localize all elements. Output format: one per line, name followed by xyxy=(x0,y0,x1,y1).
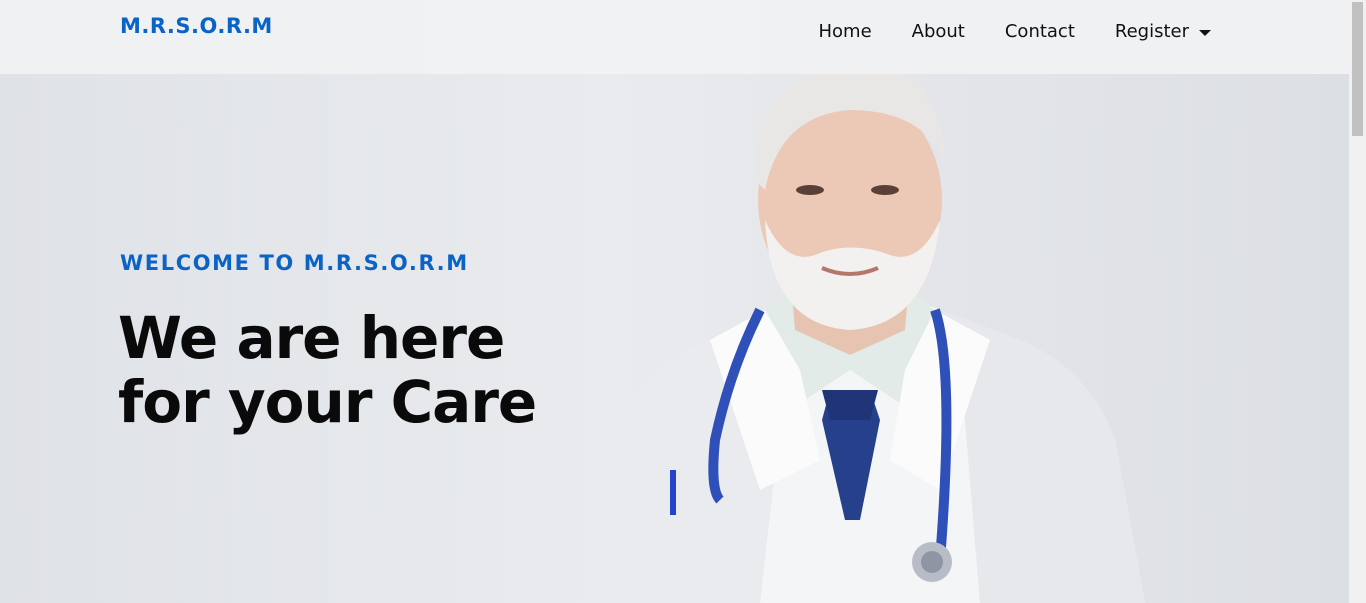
hero-headline-line1: We are here xyxy=(118,304,505,372)
nav-contact-link[interactable]: Contact xyxy=(1005,19,1075,45)
page-viewport: M.R.S.O.R.M Home About Contact Register … xyxy=(0,0,1349,603)
nav-home-link[interactable]: Home xyxy=(818,19,871,45)
nav-links: Home About Contact Register xyxy=(818,19,1211,45)
nav-register-label: Register xyxy=(1114,21,1189,42)
nav-contact-label: Contact xyxy=(1004,21,1075,42)
vertical-scrollbar[interactable] xyxy=(1349,0,1366,603)
nav-about-link[interactable]: About xyxy=(912,19,965,45)
caret-down-icon xyxy=(1199,30,1211,36)
hero-subtitle: WELCOME TO M.R.S.O.R.M xyxy=(120,251,469,275)
nav-register-dropdown[interactable]: Register xyxy=(1115,19,1211,45)
hero-headline: We are here for your Care xyxy=(118,306,598,434)
doctor-photo xyxy=(585,64,1145,603)
brand-logo[interactable]: M.R.S.O.R.M xyxy=(120,14,273,38)
scrollbar-thumb[interactable] xyxy=(1352,2,1363,136)
hero-headline-line2: for your Care xyxy=(118,368,537,436)
nav-about-label: About xyxy=(911,21,965,42)
navbar: M.R.S.O.R.M Home About Contact Register xyxy=(0,0,1349,74)
nav-home-label: Home xyxy=(818,21,872,42)
